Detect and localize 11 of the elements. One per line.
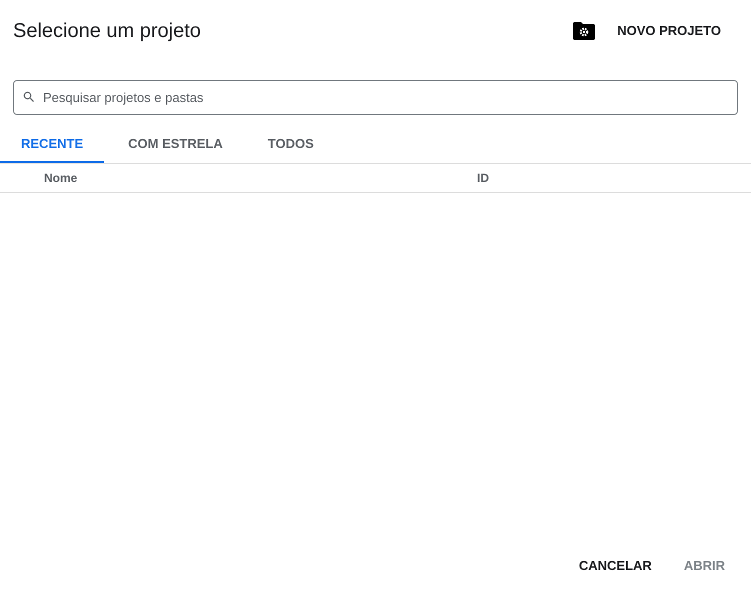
dialog-title: Selecione um projeto [13,19,201,44]
search-icon [22,90,36,104]
search-field[interactable]: Pesquisar projetos e pastas [13,80,738,115]
column-header: Nome [44,170,78,187]
tab[interactable]: RECENTE [0,127,104,163]
folder-gear-icon [573,22,596,40]
column-header: ID [477,170,489,187]
tab[interactable]: TODOS [246,127,335,163]
tab[interactable]: COM ESTRELA [107,127,244,163]
new-project-button[interactable]: NOVO PROJETO [565,13,729,49]
dialog-button[interactable]: CANCELAR [566,548,664,584]
